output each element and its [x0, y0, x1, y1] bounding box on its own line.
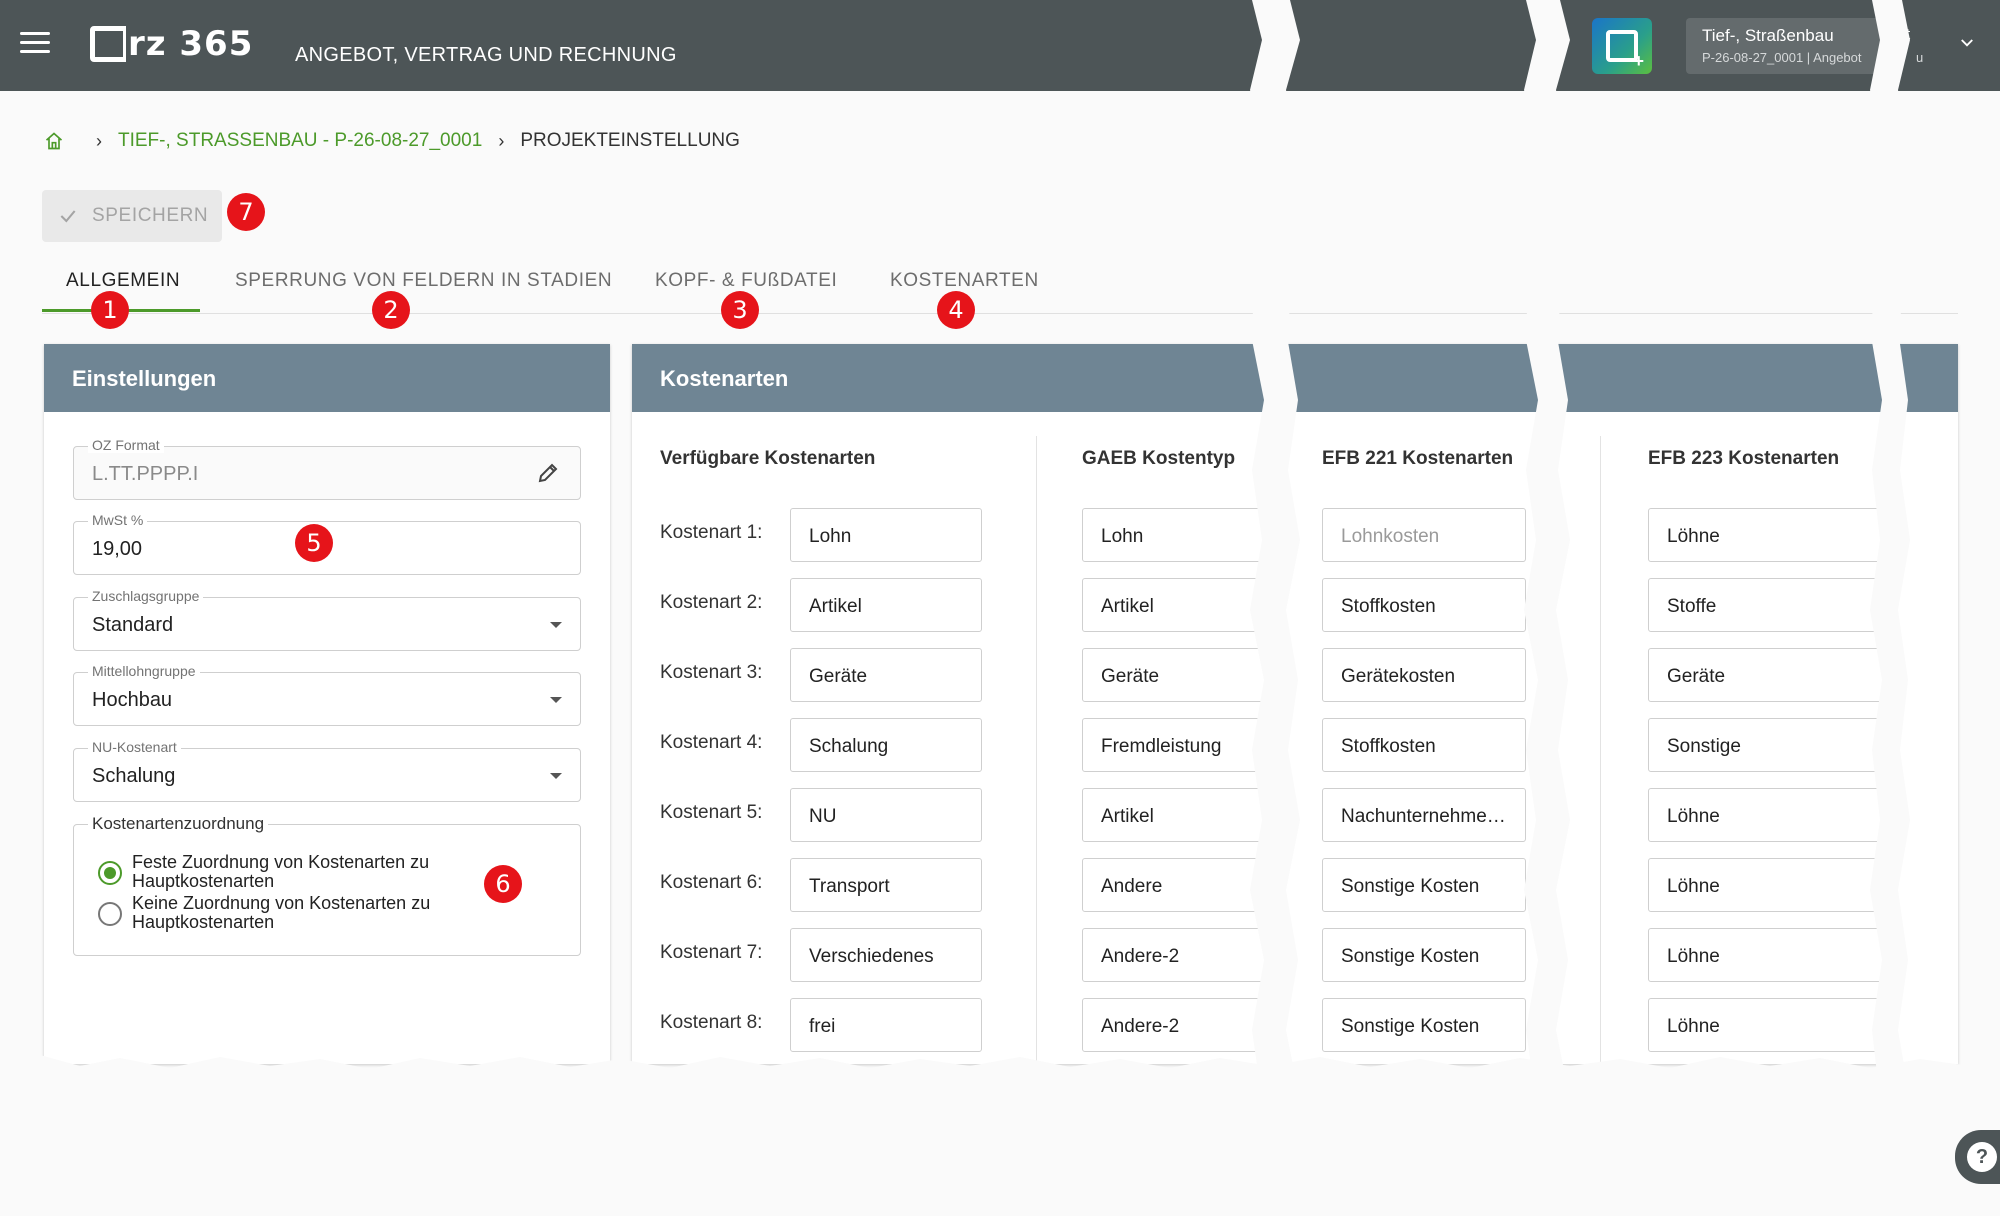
- help-icon: ?: [1967, 1142, 1997, 1172]
- torn-edge-overlay: [0, 0, 2000, 1216]
- help-button[interactable]: ?: [1955, 1130, 2000, 1184]
